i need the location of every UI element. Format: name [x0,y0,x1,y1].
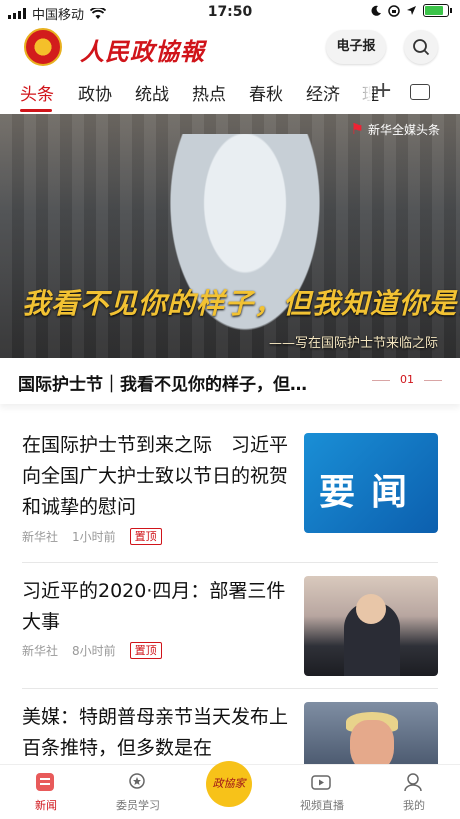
banner-source-tag: ⚑ 新华全媒头条 [350,120,440,138]
news-thumbnail [304,576,438,676]
brand-logo: 人民政協報 [80,37,205,66]
medal-icon [129,773,145,789]
tab-jingji[interactable]: 经济 [306,80,340,105]
divider [22,688,438,689]
search-button[interactable] [404,30,438,64]
banner-photo [150,134,340,358]
tabbar-study[interactable]: 委员学习 [92,765,184,819]
news-thumbnail: 要闻 [304,433,438,533]
news-thumbnail [304,702,438,764]
status-bar: 中国移动 17:50 [0,0,460,26]
app-header: 人民政協報 电子报 [0,26,460,70]
add-channel-icon[interactable]: + [374,78,392,103]
video-icon [311,775,331,790]
lock-rotation-icon [388,4,400,17]
pinned-badge: 置顶 [129,642,162,659]
bottom-tab-bar: 新闻 委员学习 政協家 视频直播 我的 [0,761,460,819]
tab-tongzhan[interactable]: 统战 [135,80,169,105]
news-source: 新华社 [22,530,59,544]
moon-icon [371,5,381,16]
location-icon [407,6,416,15]
active-tab-indicator [20,109,52,112]
news-item[interactable]: 在国际护士节到来之际 习近平向全国广大护士致以节日的祝贺和诚挚的慰问 新华社 1… [0,430,460,550]
news-title: 美媒：特朗普母亲节当天发布上百条推特，但多数是在 [22,706,289,759]
page-indicator: 01 [372,373,442,386]
pinned-badge: 置顶 [129,528,162,545]
divider [22,562,438,563]
news-item[interactable]: 美媒：特朗普母亲节当天发布上百条推特，但多数是在 [0,700,460,764]
banner-caption: 我看不见你的样子，但我知道你是谁 [22,287,460,320]
news-meta: 新华社 1小时前 置顶 [22,528,162,545]
radio-icon[interactable] [410,84,430,100]
news-icon [36,773,54,791]
channel-tabs: 头条 政协 统战 热点 春秋 经济 理 + [0,76,460,112]
emblem-logo-icon [24,28,62,66]
news-time: 1小时前 [72,530,116,544]
hero-banner[interactable]: ⚑ 新华全媒头条 我看不见你的样子，但我知道你是谁 ——写在国际护士节来临之际 [0,114,460,358]
news-item[interactable]: 习近平的2020·四月：部署三件大事 新华社 8小时前 置顶 [0,574,460,678]
tabbar-profile[interactable]: 我的 [368,765,460,819]
banner-subcaption: ——写在国际护士节来临之际 [268,336,438,351]
tabbar-news[interactable]: 新闻 [0,765,92,819]
center-logo-button[interactable]: 政協家 [206,761,252,807]
tabbar-video[interactable]: 视频直播 [276,765,368,819]
profile-icon [404,773,422,792]
news-time: 8小时前 [72,644,116,658]
news-meta: 新华社 8小时前 置顶 [22,642,162,659]
tab-redian[interactable]: 热点 [192,80,226,105]
battery-icon [423,4,449,17]
news-title: 习近平的2020·四月：部署三件大事 [22,580,286,633]
epaper-button[interactable]: 电子报 [326,30,386,64]
tab-zhengxie[interactable]: 政协 [78,80,112,105]
news-source: 新华社 [22,644,59,658]
news-title: 在国际护士节到来之际 习近平向全国广大护士致以节日的祝贺和诚挚的慰问 [22,434,289,518]
headline-text: 国际护士节｜我看不见你的样子，但… [18,375,307,395]
tab-chunqiu[interactable]: 春秋 [249,80,283,105]
headline-strip[interactable]: 国际护士节｜我看不见你的样子，但… 01 [0,358,460,404]
tab-toutiao[interactable]: 头条 [20,80,54,105]
search-icon [413,39,430,56]
